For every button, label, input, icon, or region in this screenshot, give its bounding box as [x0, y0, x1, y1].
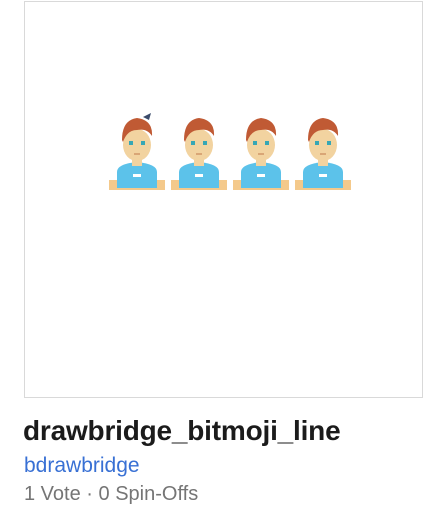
project-card: drawbridge_bitmoji_line bdrawbridge 1 Vo…: [0, 0, 448, 530]
project-thumbnail[interactable]: [24, 1, 423, 398]
boy-avatar-icon: [295, 118, 351, 190]
spinoff-count: 0 Spin-Offs: [98, 483, 199, 505]
boy-avatar-icon: [171, 118, 227, 190]
sprite-row: [109, 113, 351, 190]
stats-separator: ·: [86, 483, 93, 505]
author-link[interactable]: bdrawbridge: [24, 453, 140, 479]
boy-avatar-icon: [233, 118, 289, 190]
project-stats: 1 Vote · 0 Spin-Offs: [24, 481, 198, 507]
project-title[interactable]: drawbridge_bitmoji_line: [23, 414, 341, 448]
vote-count: 1 Vote: [24, 483, 81, 505]
boy-avatar-icon: [109, 113, 165, 190]
